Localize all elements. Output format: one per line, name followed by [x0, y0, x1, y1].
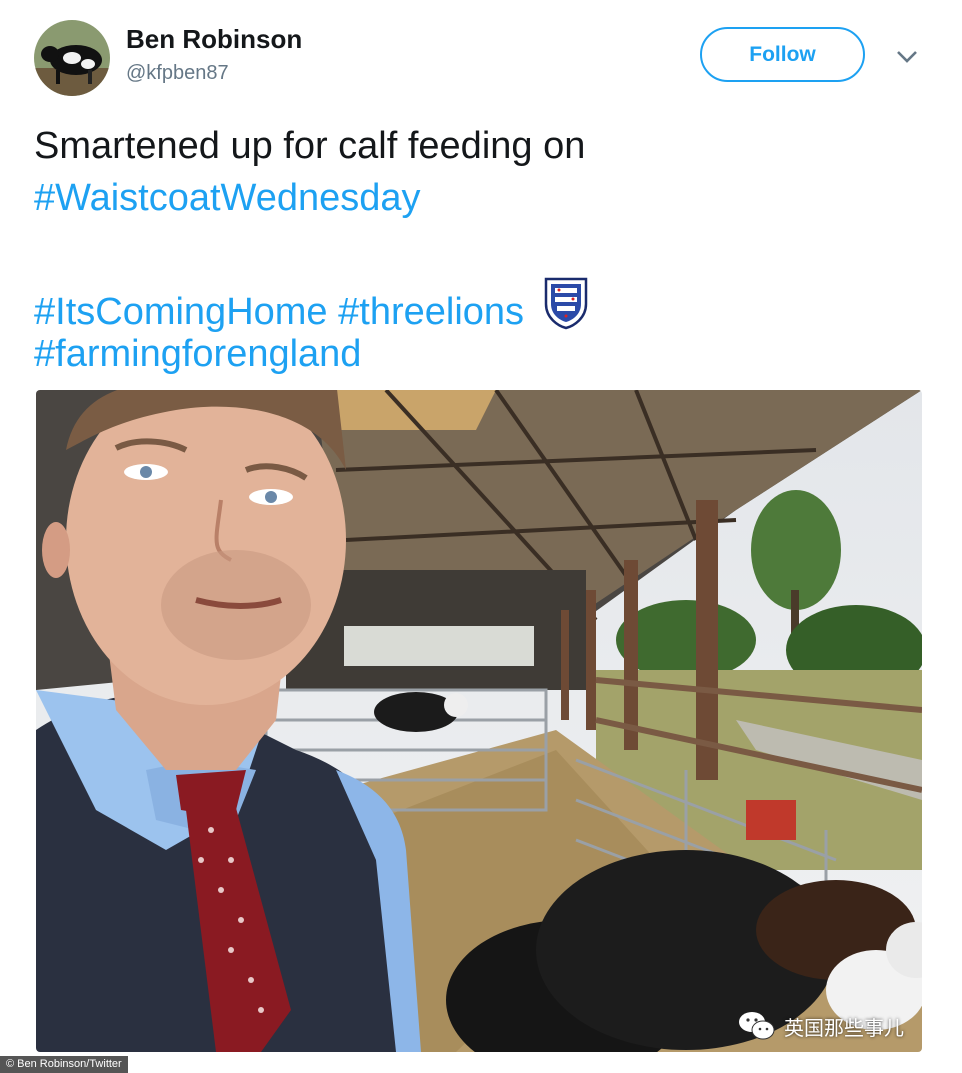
avatar-cow-image: [34, 20, 110, 96]
photo-credit: © Ben Robinson/Twitter: [0, 1056, 128, 1073]
user-handle[interactable]: @kfpben87: [126, 62, 229, 85]
chevron-down-icon[interactable]: [894, 46, 920, 66]
wechat-icon: [739, 1012, 775, 1040]
england-crest-icon: [543, 276, 589, 344]
watermark-text: 英国那些事儿: [784, 1017, 904, 1040]
barn-selfie-image: [36, 390, 922, 1052]
watermark: 英国那些事儿: [738, 1010, 904, 1042]
tweet-photo[interactable]: [36, 390, 922, 1052]
hashtag-waistcoatwednesday[interactable]: #WaistcoatWednesday: [34, 177, 421, 219]
tweet-line: Smartened up for calf feeding on: [34, 125, 586, 167]
follow-button[interactable]: Follow: [700, 27, 865, 82]
hashtag-threelions[interactable]: #threelions: [338, 291, 524, 333]
display-name[interactable]: Ben Robinson: [126, 24, 302, 55]
avatar[interactable]: [34, 20, 110, 96]
hashtag-farmingforengland[interactable]: #farmingforengland: [34, 333, 361, 375]
tweet-text: Smartened up for calf feeding on #Waistc…: [34, 120, 924, 380]
hashtag-itscominghome[interactable]: #ItsComingHome: [34, 291, 328, 333]
